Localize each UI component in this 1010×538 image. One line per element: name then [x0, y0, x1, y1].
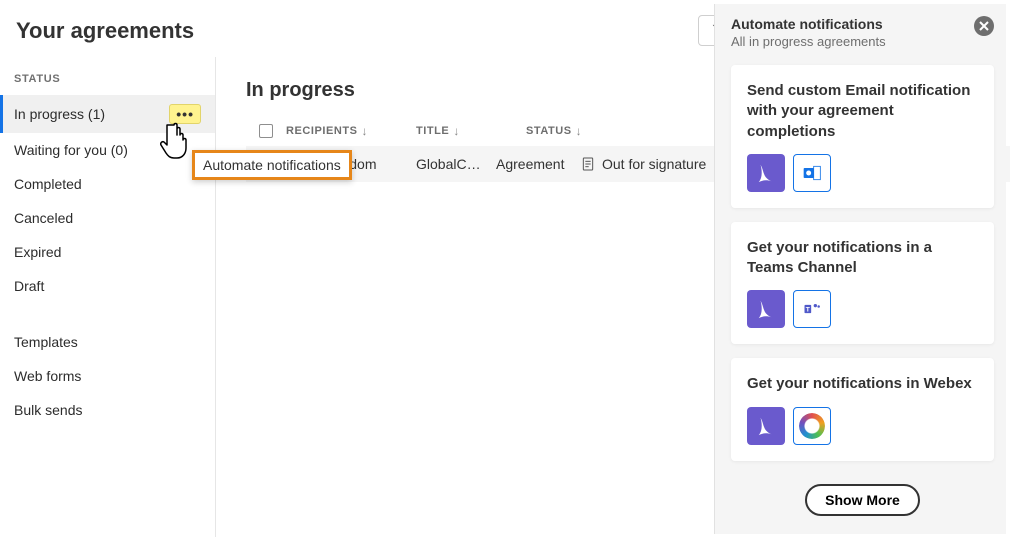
automation-card-webex[interactable]: Get your notifications in Webex	[731, 358, 994, 460]
column-title[interactable]: TITLE ↓	[416, 124, 526, 138]
automation-card-teams[interactable]: Get your notifications in a Teams Channe…	[731, 222, 994, 345]
row-type: Agreement	[496, 156, 576, 172]
sidebar-item-label: Canceled	[14, 210, 73, 226]
sidebar-item-bulksends[interactable]: Bulk sends	[0, 393, 215, 427]
sidebar-item-label: Completed	[14, 176, 82, 192]
sort-arrow-icon: ↓	[576, 124, 583, 138]
acrobat-tile[interactable]	[747, 154, 785, 192]
panel-title: Automate notifications	[731, 16, 886, 32]
panel-subtitle: All in progress agreements	[731, 34, 886, 49]
show-more-button[interactable]: Show More	[805, 484, 920, 516]
sidebar-item-in-progress[interactable]: In progress (1) •••	[0, 95, 215, 133]
sidebar-item-draft[interactable]: Draft	[0, 269, 215, 303]
card-title: Get your notifications in Webex	[747, 374, 978, 394]
sidebar-item-label: Expired	[14, 244, 61, 260]
automation-panel: Automate notifications All in progress a…	[714, 4, 1006, 534]
card-title: Get your notifications in a Teams Channe…	[747, 238, 978, 279]
sidebar-item-label: Draft	[14, 278, 44, 294]
webex-tile[interactable]	[793, 407, 831, 445]
more-actions-button[interactable]: •••	[169, 104, 201, 124]
sidebar: STATUS In progress (1) ••• Waiting for y…	[0, 57, 216, 537]
sidebar-item-templates[interactable]: Templates	[0, 325, 215, 359]
outlook-tile[interactable]	[793, 154, 831, 192]
webex-icon	[799, 413, 825, 439]
close-button[interactable]	[974, 16, 994, 36]
context-menu[interactable]: Automate notifications	[192, 150, 352, 180]
sidebar-item-completed[interactable]: Completed	[0, 167, 215, 201]
sidebar-item-label: In progress (1)	[14, 106, 105, 122]
select-all-cell[interactable]	[246, 124, 286, 138]
svg-text:T: T	[806, 307, 810, 314]
acrobat-tile[interactable]	[747, 290, 785, 328]
sidebar-item-label: Web forms	[14, 368, 81, 384]
sort-arrow-icon: ↓	[362, 124, 369, 138]
sidebar-item-canceled[interactable]: Canceled	[0, 201, 215, 235]
sidebar-heading: STATUS	[0, 73, 215, 95]
acrobat-tile[interactable]	[747, 407, 785, 445]
automation-card-email[interactable]: Send custom Email notification with your…	[731, 65, 994, 208]
sidebar-item-webforms[interactable]: Web forms	[0, 359, 215, 393]
sidebar-item-label: Bulk sends	[14, 402, 82, 418]
sidebar-item-expired[interactable]: Expired	[0, 235, 215, 269]
row-title: GlobalC…	[416, 156, 496, 172]
document-icon	[580, 156, 596, 172]
sidebar-item-label: Templates	[14, 334, 78, 350]
teams-tile[interactable]: T	[793, 290, 831, 328]
column-recipients[interactable]: RECIPIENTS ↓	[286, 124, 416, 138]
page-title: Your agreements	[16, 18, 194, 44]
sort-arrow-icon: ↓	[453, 124, 460, 138]
sidebar-item-waiting[interactable]: Waiting for you (0)	[0, 133, 215, 167]
column-status[interactable]: STATUS ↓	[526, 124, 656, 138]
row-status: Out for signature	[576, 156, 706, 172]
checkbox-icon[interactable]	[259, 124, 273, 138]
sidebar-item-label: Waiting for you (0)	[14, 142, 128, 158]
card-title: Send custom Email notification with your…	[747, 81, 978, 142]
menu-item-automate[interactable]: Automate notifications	[203, 157, 341, 173]
